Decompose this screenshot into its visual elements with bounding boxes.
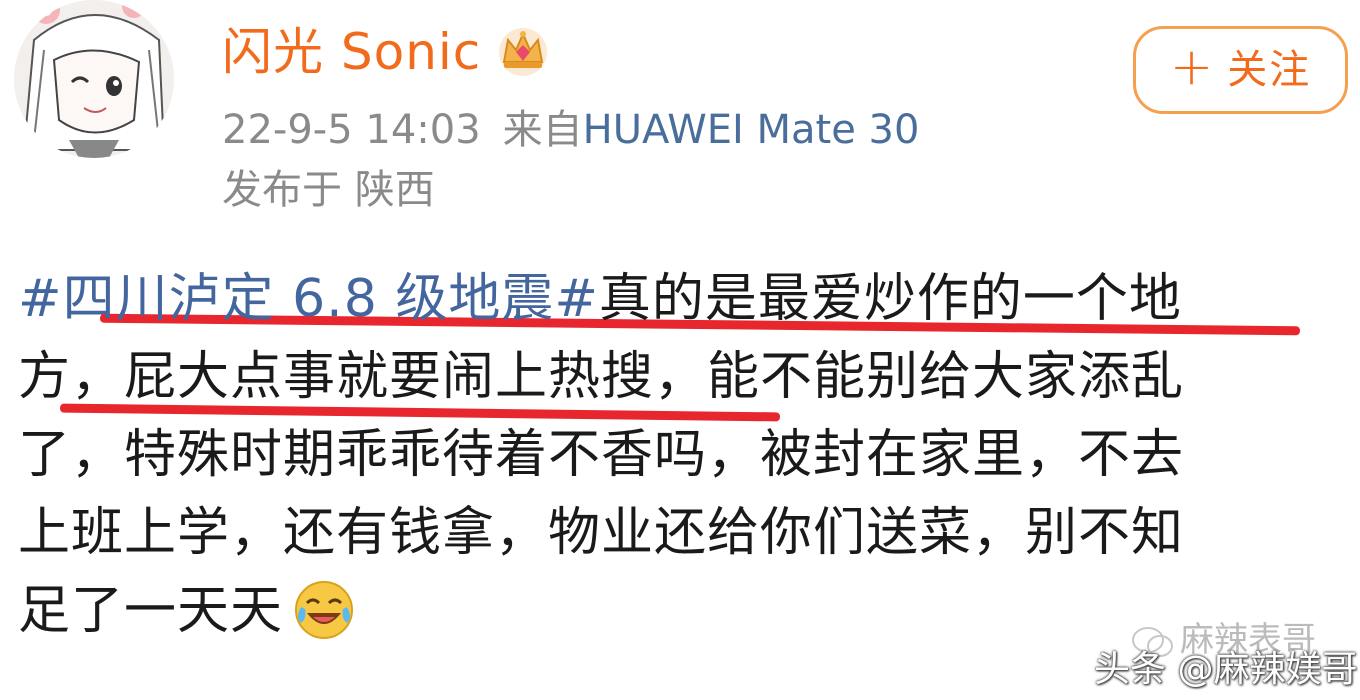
follow-label: 关注 [1227,47,1312,93]
post-line-1: #四川泸定 6.8 级地震#真的是最爱炒作的一个地 [18,260,1348,338]
avatar[interactable] [14,0,174,158]
username[interactable]: 闪光 Sonic [222,22,481,82]
post-line-4: 上班上学，还有钱拿，物业还给你们送菜，别不知 [18,503,1185,563]
weibo-post: 闪光 Sonic + 关注 22-9-5 14:03 来自HUAWEI Mate … [0,0,1360,700]
watermark-bottom: 头条 @麻辣媄哥 [1094,649,1358,690]
follow-button[interactable]: + 关注 [1133,26,1348,114]
source-prefix: 来自 [502,107,583,153]
post-time: 22-9-5 14:03 [222,107,481,153]
post-line-2: 方，屁大点事就要闹上热搜，能不能别给大家添乱 [18,347,1185,407]
post-line-3: 了，特殊时期乖乖待着不香吗，被封在家里，不去 [18,425,1185,485]
topic-link[interactable]: #四川泸定 6.8 级地震# [18,269,599,329]
post-meta: 22-9-5 14:03 来自HUAWEI Mate 30 [222,104,919,156]
anime-avatar-icon [14,0,174,158]
post-location: 发布于 陕西 [222,167,435,213]
post-text: 真的是最爱炒作的一个地 [598,269,1182,329]
laughing-crying-emoji-icon [295,581,354,639]
source-device[interactable]: HUAWEI Mate 30 [583,107,920,153]
post-text: 足了一天天 [18,581,284,641]
crown-icon [499,28,547,76]
post-body: #四川泸定 6.8 级地震#真的是最爱炒作的一个地 方，屁大点事就要闹上热搜，能… [18,260,1348,650]
plus-icon: + [1169,37,1214,97]
